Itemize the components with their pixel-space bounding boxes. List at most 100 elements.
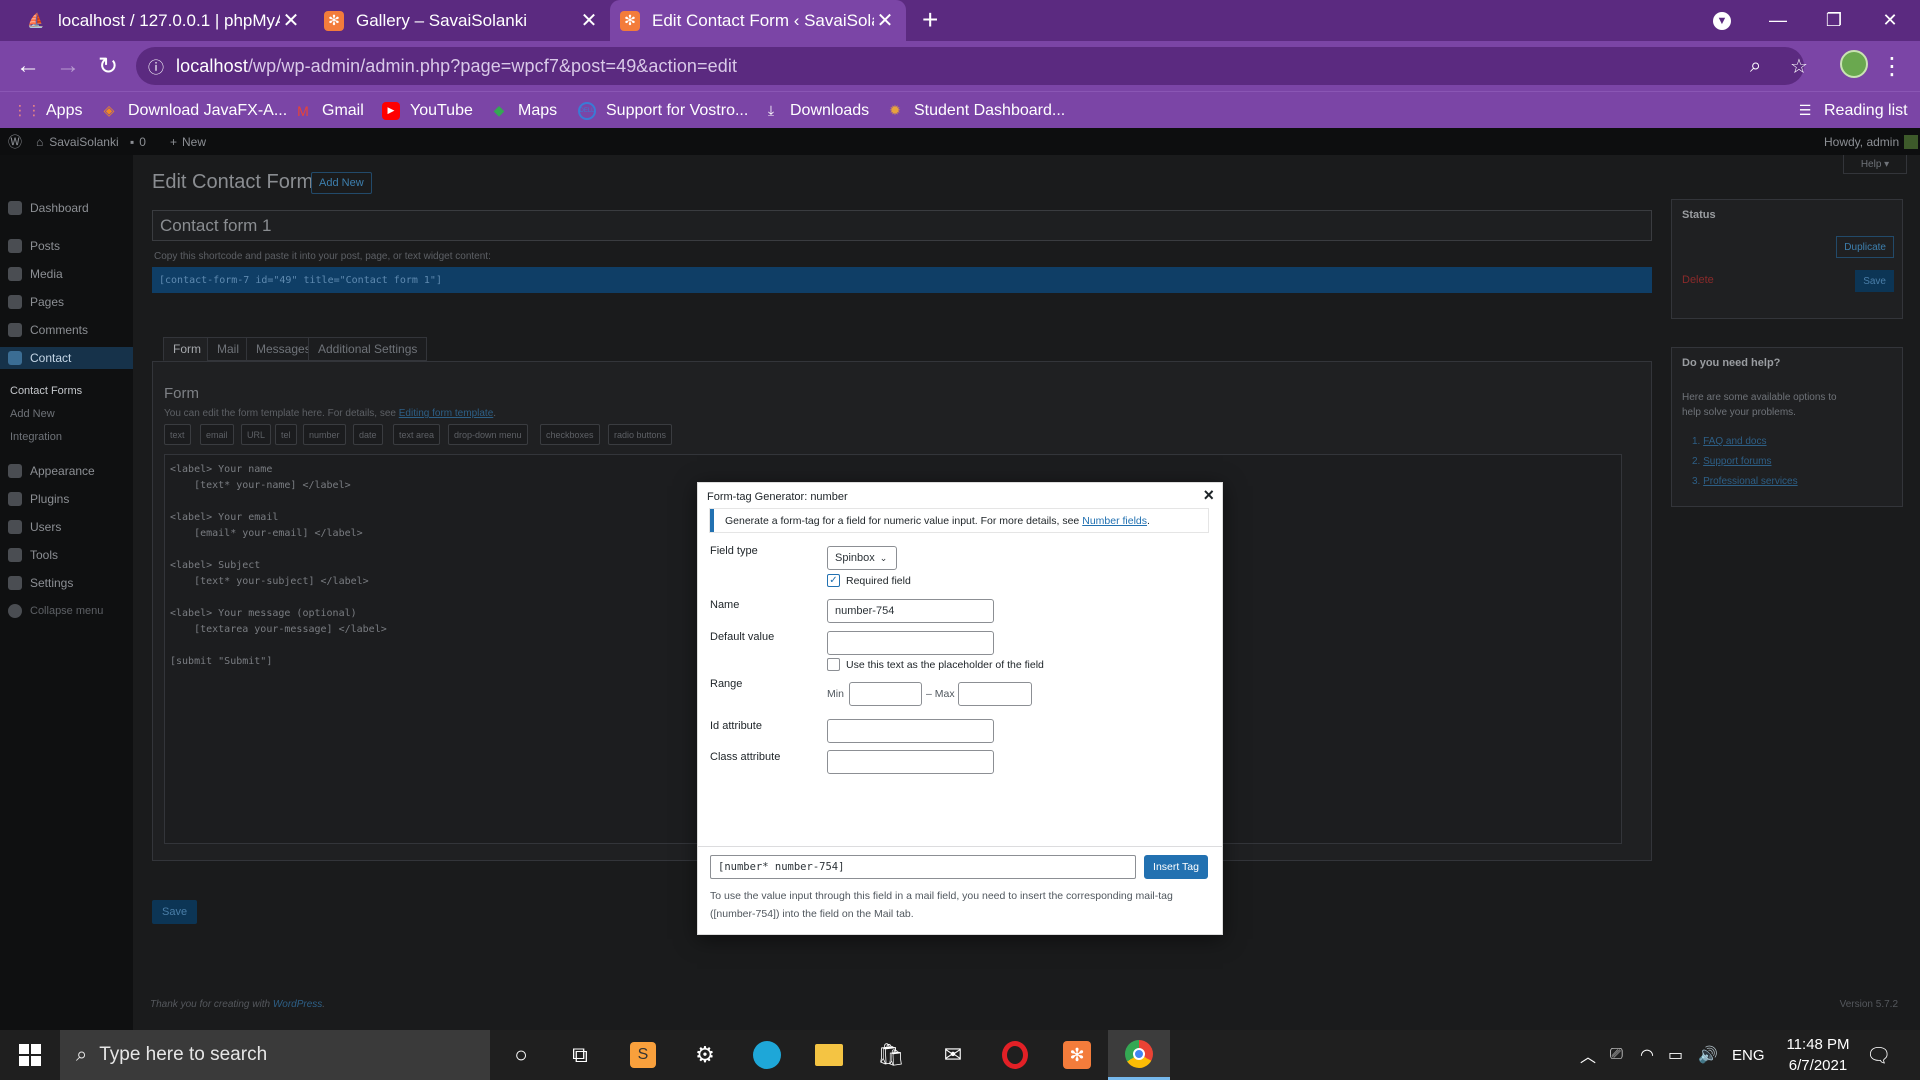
restore-icon[interactable]: ❐ xyxy=(1804,0,1864,41)
menu-dashboard[interactable]: Dashboard xyxy=(0,197,133,219)
name-input[interactable]: number-754 xyxy=(827,599,994,623)
bookmark-maps[interactable]: ◆ Maps xyxy=(490,92,558,129)
tag-button-email[interactable]: email xyxy=(200,424,234,445)
field-type-select[interactable]: Spinbox ⌄ xyxy=(827,546,897,570)
xampp-taskbar-icon[interactable]: ✻ xyxy=(1046,1030,1108,1080)
menu-appearance[interactable]: Appearance xyxy=(0,460,133,482)
admin-bar-site[interactable]: ⌂ SavaiSolanki xyxy=(36,128,119,155)
duplicate-button[interactable]: Duplicate xyxy=(1836,236,1894,258)
placeholder-checkbox[interactable]: Use this text as the placeholder of the … xyxy=(827,658,1044,671)
bookmark-dell-support[interactable]: DELL Support for Vostro... xyxy=(578,92,748,129)
address-bar[interactable]: ⓘ localhost/wp/wp-admin/admin.php?page=w… xyxy=(136,47,1808,85)
tag-button-number[interactable]: number xyxy=(303,424,346,445)
store-icon[interactable]: 🛍 xyxy=(860,1030,922,1080)
new-tab-icon[interactable]: + xyxy=(922,4,938,36)
help-tab[interactable]: Help ▾ xyxy=(1843,155,1907,174)
tab-mail[interactable]: Mail xyxy=(207,337,250,361)
min-input[interactable] xyxy=(849,682,922,706)
menu-users[interactable]: Users xyxy=(0,516,133,538)
forward-icon[interactable]: → xyxy=(48,41,88,91)
close-icon[interactable]: × xyxy=(1203,485,1214,506)
submenu-add-new[interactable]: Add New xyxy=(10,408,55,420)
tag-button-textarea[interactable]: text area xyxy=(393,424,441,445)
close-tab-icon[interactable]: ✕ xyxy=(578,8,600,33)
menu-plugins[interactable]: Plugins xyxy=(0,488,133,510)
menu-comments[interactable]: Comments xyxy=(0,319,133,341)
bookmark-downloads[interactable]: ⤓ Downloads xyxy=(762,92,869,129)
admin-bar-comments[interactable]: ▪ 0 xyxy=(130,128,146,155)
tab-form[interactable]: Form xyxy=(163,337,211,361)
generated-tag-field[interactable]: [number* number-754] xyxy=(710,855,1136,879)
info-icon[interactable]: ⓘ xyxy=(136,54,176,78)
volume-icon[interactable]: 🔊 xyxy=(1698,1030,1718,1080)
edge-icon[interactable] xyxy=(736,1030,798,1080)
meet-now-icon[interactable]: ⎚ xyxy=(1610,1030,1623,1080)
menu-collapse[interactable]: Collapse menu xyxy=(0,600,133,622)
number-fields-link[interactable]: Number fields xyxy=(1082,515,1147,527)
browser-tab-gallery[interactable]: ✻ Gallery – SavaiSolanki ✕ xyxy=(314,0,610,41)
browser-tab-phpmyadmin[interactable]: ⛵ localhost / 127.0.0.1 | phpMyAdmin ✕ xyxy=(16,0,312,41)
help-item-services[interactable]: 3. Professional services xyxy=(1692,472,1798,492)
start-button[interactable] xyxy=(0,1030,60,1080)
chrome-icon[interactable] xyxy=(1108,1030,1170,1080)
bookmark-star-icon[interactable]: ☆ xyxy=(1790,47,1808,85)
close-tab-icon[interactable]: ✕ xyxy=(280,8,302,33)
reload-icon[interactable]: ↻ xyxy=(88,41,128,91)
battery-icon[interactable]: ▭ xyxy=(1668,1030,1683,1080)
close-window-icon[interactable]: ✕ xyxy=(1860,0,1920,41)
insert-tag-button[interactable]: Insert Tag xyxy=(1144,855,1208,879)
admin-bar-account[interactable]: Howdy, admin xyxy=(1824,128,1919,155)
bookmark-gmail[interactable]: M Gmail xyxy=(294,92,364,129)
zoom-icon[interactable]: ⌕ xyxy=(1750,47,1761,85)
reading-list-button[interactable]: ☰ Reading list xyxy=(1796,92,1908,129)
menu-icon[interactable]: ⋮ xyxy=(1872,41,1912,91)
menu-media[interactable]: Media xyxy=(0,263,133,285)
tag-button-url[interactable]: URL xyxy=(241,424,272,445)
add-new-button[interactable]: Add New xyxy=(311,172,372,194)
wordpress-link[interactable]: WordPress xyxy=(273,999,322,1010)
form-title-input[interactable]: Contact form 1 xyxy=(152,210,1652,241)
class-attribute-input[interactable] xyxy=(827,750,994,774)
tab-search-icon[interactable]: ▼ xyxy=(1692,0,1752,41)
tab-additional-settings[interactable]: Additional Settings xyxy=(308,337,428,361)
mail-app-icon[interactable]: ✉ xyxy=(922,1030,984,1080)
menu-posts[interactable]: Posts xyxy=(0,235,133,257)
notifications-icon[interactable]: 🗨 xyxy=(1866,1030,1891,1080)
language-indicator[interactable]: ENG xyxy=(1732,1030,1765,1080)
max-input[interactable] xyxy=(958,682,1032,706)
tag-button-tel[interactable]: tel xyxy=(275,424,297,445)
help-item-faq[interactable]: 1. FAQ and docs xyxy=(1692,432,1798,452)
url-text[interactable]: localhost/wp/wp-admin/admin.php?page=wpc… xyxy=(176,56,737,77)
menu-contact[interactable]: Contact xyxy=(0,347,133,369)
taskbar-search[interactable]: ⌕ Type here to search xyxy=(60,1030,490,1080)
tag-button-text[interactable]: text xyxy=(164,424,191,445)
settings-gear-icon[interactable]: ⚙ xyxy=(674,1030,736,1080)
sublime-text-icon[interactable]: S xyxy=(612,1030,674,1080)
default-value-input[interactable] xyxy=(827,631,994,655)
back-icon[interactable]: ← xyxy=(8,41,48,91)
close-tab-icon[interactable]: ✕ xyxy=(874,8,896,33)
tag-button-radio[interactable]: radio buttons xyxy=(608,424,673,445)
tag-button-checkboxes[interactable]: checkboxes xyxy=(540,424,600,445)
submenu-integration[interactable]: Integration xyxy=(10,431,62,443)
bookmark-apps[interactable]: ⋮⋮ Apps xyxy=(13,92,82,129)
show-hidden-icons[interactable]: ︿ xyxy=(1580,1030,1596,1080)
tag-button-date[interactable]: date xyxy=(353,424,383,445)
help-item-forums[interactable]: 2. Support forums xyxy=(1692,452,1798,472)
wordpress-logo-icon[interactable]: Ⓦ xyxy=(8,128,22,155)
menu-settings[interactable]: Settings xyxy=(0,572,133,594)
submenu-contact-forms[interactable]: Contact Forms xyxy=(10,385,82,397)
bookmark-javafx[interactable]: ◈ Download JavaFX-A... xyxy=(100,92,288,129)
cortana-icon[interactable]: ○ xyxy=(490,1030,552,1080)
profile-avatar[interactable] xyxy=(1840,50,1868,78)
save-button-bottom[interactable]: Save xyxy=(152,900,198,924)
shortcode-field[interactable]: [contact-form-7 id="49" title="Contact f… xyxy=(152,267,1652,293)
opera-icon[interactable] xyxy=(984,1030,1046,1080)
file-explorer-icon[interactable] xyxy=(798,1030,860,1080)
editing-form-template-link[interactable]: Editing form template xyxy=(399,408,494,419)
wifi-icon[interactable]: ◠ xyxy=(1640,1030,1654,1080)
delete-link[interactable]: Delete xyxy=(1682,274,1714,286)
required-field-checkbox[interactable]: ✓ Required field xyxy=(827,574,911,587)
bookmark-youtube[interactable]: ▶ YouTube xyxy=(382,92,473,129)
menu-tools[interactable]: Tools xyxy=(0,544,133,566)
